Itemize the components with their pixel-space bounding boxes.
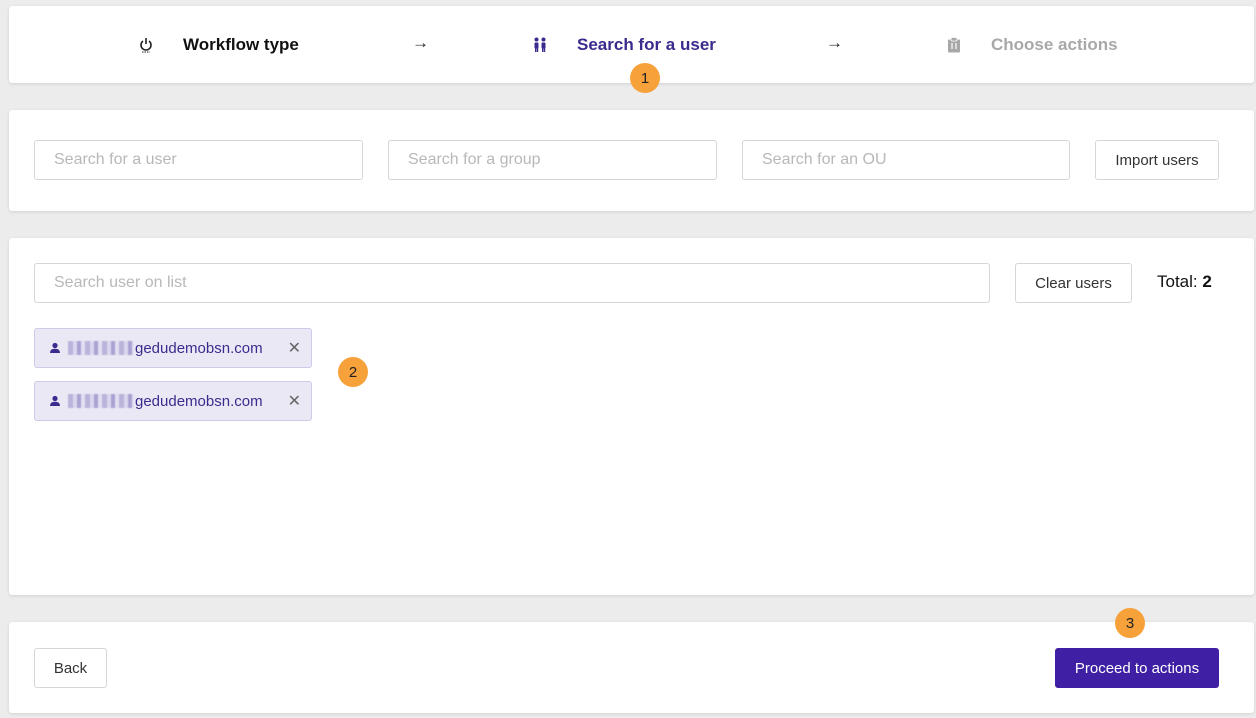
- user-chip: gedudemobsn.com ✕: [34, 328, 312, 368]
- user-email-domain: gedudemobsn.com: [135, 339, 263, 357]
- step-arrow: →: [412, 33, 429, 52]
- step-label: Search for a user: [577, 34, 716, 54]
- users-icon: [531, 36, 549, 54]
- redacted-username: [68, 394, 134, 408]
- step-workflow-type[interactable]: Workflow type: [137, 6, 299, 83]
- step-search-user[interactable]: Search for a user: [531, 6, 716, 83]
- remove-user-icon[interactable]: ✕: [288, 338, 301, 358]
- step-choose-actions[interactable]: Choose actions: [945, 6, 1118, 83]
- ou-search-input[interactable]: Search for an OU: [742, 140, 1070, 180]
- annotation-badge: 3: [1115, 608, 1145, 638]
- footer-panel: Back Proceed to actions: [9, 622, 1254, 713]
- power-icon: [137, 36, 155, 54]
- user-chip: gedudemobsn.com ✕: [34, 381, 312, 421]
- clipboard-icon: [945, 36, 963, 54]
- annotation-badge: 2: [338, 357, 368, 387]
- proceed-to-actions-button[interactable]: Proceed to actions: [1055, 648, 1219, 688]
- list-filter-input[interactable]: Search user on list: [34, 263, 990, 303]
- total-value: 2: [1202, 272, 1212, 291]
- back-button[interactable]: Back: [34, 648, 107, 688]
- user-icon: [49, 342, 61, 354]
- search-panel: Search for a user Search for a group Sea…: [9, 110, 1254, 211]
- user-icon: [49, 395, 61, 407]
- step-label: Choose actions: [991, 34, 1118, 54]
- total-label: Total:: [1157, 272, 1198, 291]
- redacted-username: [68, 341, 134, 355]
- user-email-domain: gedudemobsn.com: [135, 392, 263, 410]
- step-arrow: →: [826, 33, 843, 52]
- annotation-badge: 1: [630, 63, 660, 93]
- total-count: Total: 2: [1157, 272, 1212, 292]
- group-search-input[interactable]: Search for a group: [388, 140, 717, 180]
- step-label: Workflow type: [183, 34, 299, 54]
- import-users-button[interactable]: Import users: [1095, 140, 1219, 180]
- remove-user-icon[interactable]: ✕: [288, 391, 301, 411]
- clear-users-button[interactable]: Clear users: [1015, 263, 1132, 303]
- user-search-input[interactable]: Search for a user: [34, 140, 363, 180]
